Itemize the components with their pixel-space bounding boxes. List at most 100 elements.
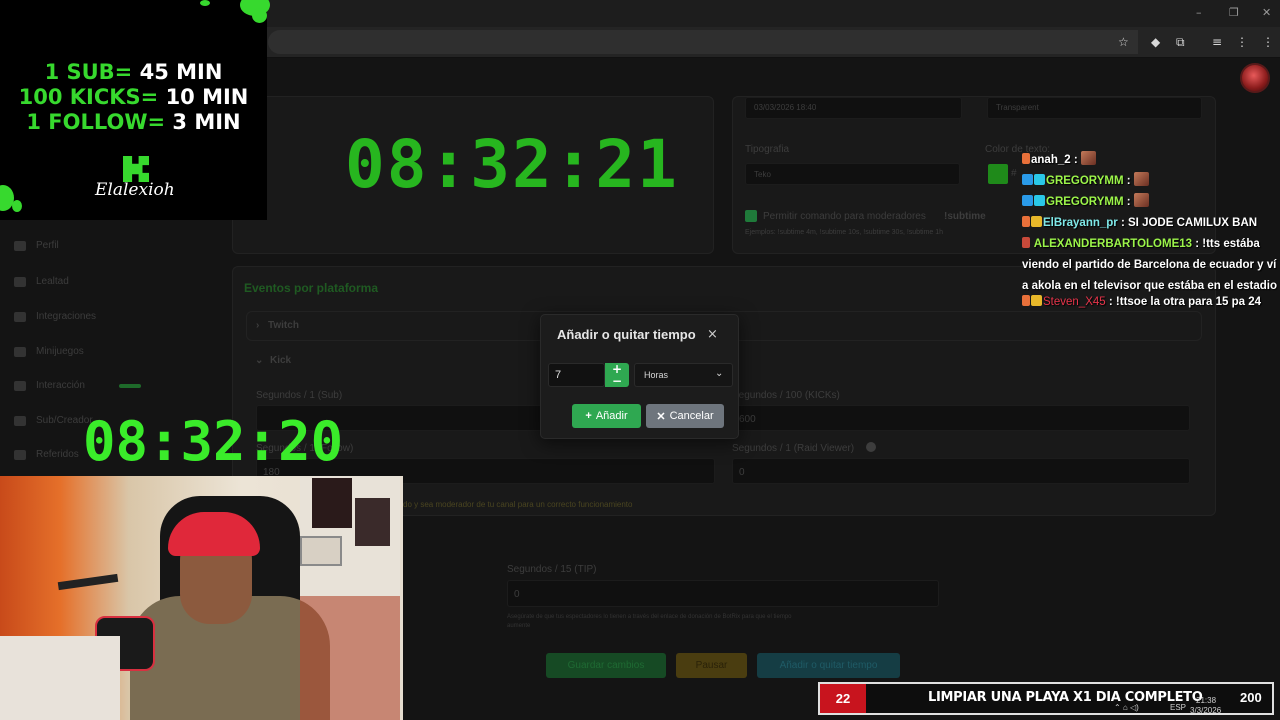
chevron-down-icon: ⌄ — [255, 355, 264, 366]
time-amount-input[interactable]: 7 — [548, 363, 605, 387]
chat-message: GREGORYMM : — [1022, 192, 1280, 213]
tip-note: Asegúrate de que tus espectadores lo tie… — [507, 614, 792, 620]
typography-select[interactable]: Teko — [745, 163, 960, 185]
taskbar-time[interactable]: 21:38 — [1196, 696, 1216, 705]
time-unit-select[interactable]: Horas ⌄ — [634, 363, 733, 387]
add-remove-time-modal: Añadir o quitar tiempo × 7 + − Horas ⌄ +… — [540, 314, 739, 439]
events-title: Eventos por plataforma — [244, 281, 379, 295]
text-color-swatch[interactable] — [988, 164, 1008, 184]
raid-seconds-input[interactable]: 0 — [732, 458, 1190, 484]
badge-icon — [1034, 174, 1045, 185]
kicks-seconds-input[interactable]: 600 — [732, 405, 1190, 431]
badge-icon — [1022, 153, 1030, 164]
chat-message: Steven_X45 : !ttsoe la otra para 15 pa 2… — [1022, 292, 1280, 313]
star-icon — [14, 415, 26, 426]
sidebar-item-label: Interacción — [36, 380, 85, 391]
address-bar[interactable] — [268, 30, 1138, 54]
sidebar-item-subcreator[interactable]: Sub/Creador — [14, 415, 93, 426]
rates-overlay: 1 SUB= 45 MIN 100 KICKS= 10 MIN 1 FOLLOW… — [0, 0, 270, 220]
sidebar-item-profile[interactable]: Perfil — [14, 240, 59, 251]
desk-items — [0, 636, 120, 720]
profile-icon — [14, 240, 26, 251]
bookmark-star-icon[interactable]: ☆ — [1118, 35, 1129, 49]
poster-image — [312, 478, 352, 528]
chat-message: ALEXANDERBARTOLOME13 : !tts estába viend… — [1022, 237, 1278, 292]
restore-icon[interactable]: ❐ — [1229, 6, 1239, 19]
new-badge — [118, 383, 141, 388]
sidebar-item-loyalty[interactable]: Lealtad — [14, 276, 69, 287]
decrement-button[interactable]: − — [605, 375, 629, 387]
emote-icon — [1133, 172, 1149, 186]
close-icon[interactable]: × — [707, 327, 718, 342]
mic-arm — [57, 573, 119, 591]
sidebar-item-label: Referidos — [36, 449, 79, 460]
goal-count: 22 — [820, 684, 866, 713]
tip-note-2: aumente — [507, 623, 531, 629]
cancel-button[interactable]: ✕ Cancelar — [646, 404, 724, 428]
tip-seconds-label: Segundos / 15 (TIP) — [507, 564, 597, 575]
goal-total: 200 — [1240, 690, 1262, 705]
kicks-rate-line: 100 KICKS= 10 MIN — [18, 85, 249, 109]
music-note-icon — [14, 380, 26, 391]
emote-icon — [1080, 151, 1096, 165]
streamer-logo-text: Elalexioh — [95, 180, 175, 200]
twitch-label: Twitch — [268, 320, 299, 331]
gamepad-icon — [14, 346, 26, 357]
badge-icon — [1022, 237, 1030, 248]
taskbar-lang[interactable]: ESP — [1170, 703, 1186, 712]
date-field[interactable]: 03/03/2026 18:40 — [745, 97, 962, 119]
sub-rate-line: 1 SUB= 45 MIN — [44, 60, 223, 84]
background-select[interactable]: Transparent — [987, 97, 1202, 119]
taskbar-date[interactable]: 3/3/2026 — [1190, 706, 1221, 715]
integrations-icon — [14, 311, 26, 322]
save-button[interactable]: Guardar cambios — [546, 653, 666, 678]
badge-icon — [1031, 216, 1042, 227]
mod-command-name: !subtime — [944, 211, 986, 222]
splatter-decoration — [200, 0, 210, 6]
pause-button[interactable]: Pausar — [676, 653, 747, 678]
minimize-icon[interactable]: – — [1196, 6, 1202, 19]
follow-rate-line: 1 FOLLOW= 3 MIN — [26, 110, 241, 134]
media-queue-icon[interactable]: ≡ — [1212, 35, 1222, 49]
add-button-label: Añadir — [595, 410, 628, 422]
extensions-puzzle-icon[interactable]: ⧉ — [1176, 35, 1185, 50]
menu-kebab-icon[interactable]: ⋮ — [1236, 35, 1248, 49]
kicks-seconds-label: Segundos / 100 (KICKs) — [732, 390, 840, 401]
toys-shelf — [300, 596, 400, 720]
x-icon: ✕ — [656, 410, 666, 423]
sidebar-item-label: Integraciones — [36, 311, 97, 322]
chevron-right-icon: › — [256, 320, 260, 331]
sidebar-item-integrations[interactable]: Integraciones — [14, 311, 96, 322]
chat-message: ElBrayann_pr : SI JODE CAMILUX BAN — [1022, 213, 1280, 234]
chat-message: GREGORYMM : — [1022, 171, 1280, 192]
tip-seconds-input[interactable]: 0 — [507, 580, 939, 607]
more-menu-icon[interactable]: ⋮ — [1262, 35, 1274, 49]
user-avatar[interactable] — [1240, 63, 1270, 93]
badge-icon — [1022, 174, 1033, 185]
webcam-feed — [0, 476, 403, 720]
goal-text: LIMPIAR UNA PLAYA X1 DIA COMPLETO — [928, 690, 1203, 705]
sidebar-item-label: Lealtad — [36, 276, 69, 287]
raid-seconds-label: Segundos / 1 (Raid Viewer) — [732, 443, 855, 454]
mod-command-checkbox[interactable] — [745, 210, 757, 222]
overlay-timer: 08:32:20 — [83, 410, 344, 473]
sidebar-item-referrals[interactable]: Referidos — [14, 449, 79, 460]
kick-label[interactable]: Kick — [270, 355, 291, 366]
extension-diamond-icon[interactable]: ◆ — [1151, 35, 1160, 49]
text-color-value[interactable]: # — [1011, 168, 1017, 179]
add-remove-time-button[interactable]: Añadir o quitar tiempo — [757, 653, 900, 678]
sidebar-item-label: Minijuegos — [36, 346, 84, 357]
sidebar-item-minigames[interactable]: Minijuegos — [14, 346, 84, 357]
close-window-icon[interactable]: ✕ — [1262, 6, 1271, 19]
info-icon[interactable] — [866, 442, 876, 452]
trophy-icon — [14, 276, 26, 287]
sidebar-item-interaction[interactable]: Interacción — [14, 380, 141, 391]
splatter-decoration — [252, 8, 267, 23]
badge-icon — [1031, 295, 1042, 306]
kick-mod-note: do y sea moderador de tu canal para un c… — [403, 500, 633, 509]
users-icon — [14, 449, 26, 460]
main-timer: 08:32:21 — [345, 126, 679, 203]
time-unit-value: Horas — [644, 370, 669, 380]
add-button[interactable]: + Añadir — [572, 404, 641, 428]
plus-icon: + — [585, 410, 592, 422]
